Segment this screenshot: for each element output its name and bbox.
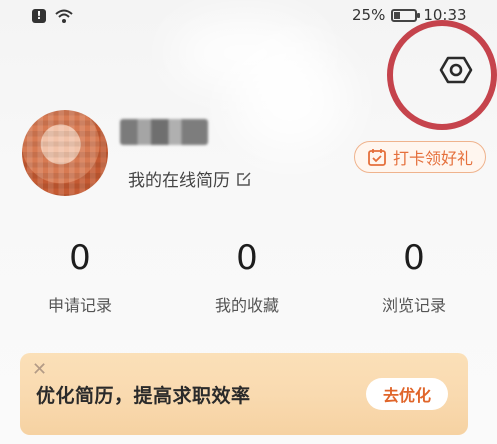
battery-icon [391, 8, 421, 22]
stat-label: 申请记录 [47, 296, 112, 315]
stat-label: 我的收藏 [214, 296, 279, 315]
online-resume-label: 我的在线简历 [128, 171, 230, 191]
stat-value: 0 [69, 238, 91, 278]
stat-value: 0 [403, 238, 425, 278]
stat-label: 浏览记录 [381, 296, 446, 315]
stat-history[interactable]: 0 浏览记录 [354, 238, 474, 316]
background-glow [230, 45, 350, 155]
checkin-reward-button[interactable]: 打卡领好礼 [354, 141, 486, 173]
settings-button[interactable] [438, 52, 474, 88]
stat-applications[interactable]: 0 申请记录 [20, 238, 140, 316]
clock: 10:33 [423, 6, 467, 24]
battery-percent: 25% [352, 6, 386, 24]
username-redacted [120, 119, 208, 145]
edit-icon [237, 171, 251, 186]
status-bar: ! 25% 10:33 [0, 0, 497, 34]
calendar-check-icon [368, 149, 386, 166]
avatar[interactable] [22, 110, 108, 196]
wifi-icon [55, 9, 73, 23]
status-right: 25% 10:33 [352, 6, 467, 24]
optimize-resume-banner: ✕ 优化简历，提高求职效率 去优化 [20, 353, 468, 435]
alert-icon: ! [32, 9, 46, 23]
status-left: ! [32, 8, 74, 24]
close-icon[interactable]: ✕ [32, 359, 47, 380]
stat-value: 0 [236, 238, 258, 278]
hexagon-gear-icon [439, 56, 473, 84]
online-resume-link[interactable]: 我的在线简历 [128, 166, 252, 191]
battery-fill [394, 11, 400, 19]
checkin-label: 打卡领好礼 [392, 149, 473, 168]
stat-favorites[interactable]: 0 我的收藏 [187, 238, 307, 316]
banner-text: 优化简历，提高求职效率 [36, 385, 251, 407]
optimize-button[interactable]: 去优化 [366, 378, 448, 410]
